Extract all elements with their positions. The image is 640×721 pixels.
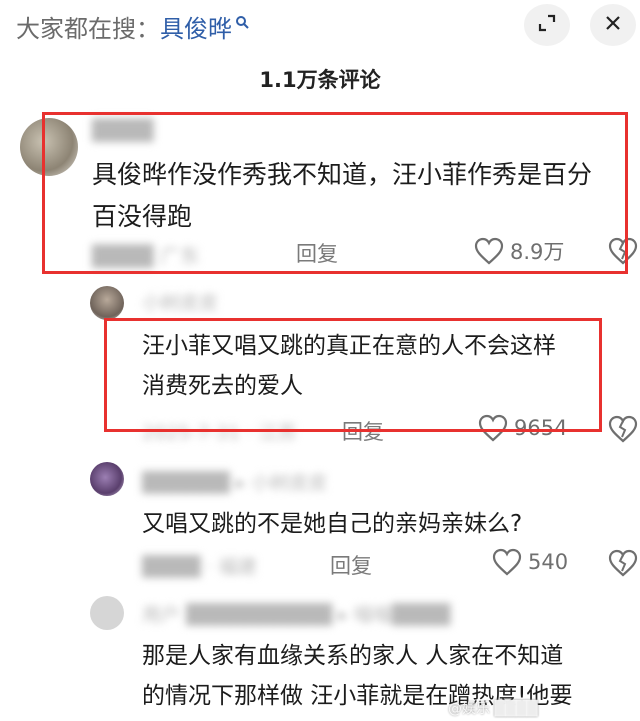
dislike-button[interactable] bbox=[608, 549, 638, 581]
broken-heart-icon bbox=[608, 415, 638, 443]
like-count: 540 bbox=[528, 550, 569, 574]
hot-search-term[interactable]: 具俊晔 bbox=[160, 9, 232, 44]
highlight-box bbox=[104, 318, 602, 432]
comment-text: 又唱又跳的不是她自己的亲妈亲妹么? bbox=[142, 511, 523, 537]
hot-search-bar[interactable]: 大家都在搜： 具俊晔 bbox=[16, 6, 249, 46]
comment-count-title: 1.1万条评论 bbox=[259, 68, 381, 92]
comment-username[interactable]: 小树皮皮 bbox=[142, 288, 218, 315]
dislike-button[interactable] bbox=[608, 415, 638, 447]
expand-icon bbox=[537, 13, 557, 37]
like-button[interactable]: 540 bbox=[492, 548, 568, 576]
heart-icon bbox=[492, 548, 522, 576]
comment-text-line: 那是人家有血缘关系的家人 人家在不知道 bbox=[142, 643, 564, 669]
avatar[interactable] bbox=[90, 462, 124, 496]
hot-search-prefix: 大家都在搜： bbox=[16, 14, 160, 43]
comment-username[interactable]: ██████ ▸ 小树皮皮 bbox=[142, 468, 327, 495]
broken-heart-icon bbox=[608, 549, 638, 577]
avatar[interactable] bbox=[90, 596, 124, 630]
close-icon bbox=[604, 14, 622, 36]
expand-button[interactable] bbox=[524, 4, 570, 46]
search-icon bbox=[235, 7, 249, 35]
reply-button[interactable]: 回复 bbox=[330, 550, 372, 580]
avatar[interactable] bbox=[90, 286, 124, 320]
close-button[interactable] bbox=[590, 4, 636, 46]
highlight-box bbox=[42, 112, 628, 274]
comment-username[interactable]: 用户 ██████████ ▸ 喵喵████ bbox=[142, 600, 450, 627]
comment-meta: ████ · 福建 bbox=[142, 556, 257, 578]
watermark: @娱乐 ████ bbox=[448, 701, 538, 717]
